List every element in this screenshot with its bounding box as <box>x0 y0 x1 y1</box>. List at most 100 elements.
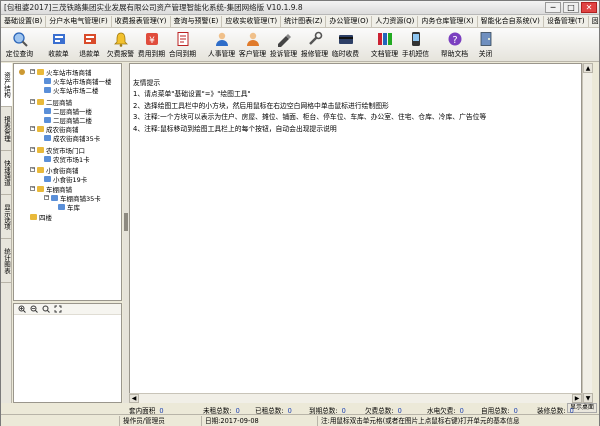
menu-item[interactable]: 应收实收管理(T) <box>222 15 282 27</box>
scroll-up-icon[interactable]: ▲ <box>583 63 593 73</box>
tree-node[interactable]: 四楼 <box>30 212 52 222</box>
zoom-in-icon[interactable] <box>18 305 26 313</box>
maximize-button[interactable]: □ <box>563 2 579 13</box>
left-tab[interactable]: 快速通道 <box>1 151 12 195</box>
menu-item[interactable]: 固定资产 <box>589 16 599 27</box>
refund-icon <box>81 30 99 47</box>
unit-icon <box>58 203 65 210</box>
hint-line: 2、选择绘图工具栏中的小方块，然后用鼠标在右边空白网格中单击鼠标进行绘制图形 <box>133 101 389 110</box>
title-bar: [包租婆2017]三茂铁路集团实业发展有限公司资产管理智能化系统-集团网络版 V… <box>1 1 599 15</box>
toolbar-button-label: 投诉管理 <box>269 50 298 58</box>
toolbar-button-repair[interactable]: 报修管理 <box>299 30 330 60</box>
status-operator: 操作员/管理员 <box>119 416 165 426</box>
unit-icon <box>44 107 51 114</box>
toolbar-button-label: 文档管理 <box>370 50 399 58</box>
zoom-fit-icon[interactable] <box>54 305 62 313</box>
document-icon <box>376 30 394 47</box>
toolbar-button-label: 欠费报警 <box>106 50 135 58</box>
folder-icon <box>30 213 37 220</box>
hint-line: 4、注释:鼠标移动到绘图工具栏上的每个按钮，自动会出现提示说明 <box>133 124 337 133</box>
toolbar-button-complaint[interactable]: 投诉管理 <box>268 30 299 60</box>
menu-item[interactable]: 分户水电气管理(F) <box>46 15 112 27</box>
toolbar-button-contract-due[interactable]: 合同到期 <box>167 30 198 60</box>
menu-item[interactable]: 内务仓库管理(X) <box>418 15 478 27</box>
toolbar-button-temp-fee[interactable]: 临时收费 <box>330 30 361 60</box>
folder-icon <box>37 98 44 105</box>
left-tab-label: 报表管理 <box>2 115 11 142</box>
left-tab[interactable]: 资产结构 <box>1 63 12 107</box>
toolbar: 定位查询 收款单 退款单 欠费报警 ¥ 费用到期 合同到期 人事管理 客户管理 投诉管理 报修管理临… <box>1 28 599 62</box>
tree-expand-icon[interactable]: − <box>30 99 35 104</box>
toolbar-button-refund[interactable]: 退款单 <box>74 30 105 60</box>
close-app-icon <box>477 30 495 47</box>
drawing-canvas[interactable]: 友情提示 1、请点菜单"基础设置"=》"绘图工具" 2、选择绘图工具栏中的小方块… <box>129 63 582 403</box>
left-tab[interactable]: 统计图表 <box>1 239 12 283</box>
toolbar-button-label: 客户管理 <box>238 50 267 58</box>
tree-expand-icon[interactable]: − <box>30 147 35 152</box>
splitter-grip[interactable] <box>124 213 128 231</box>
hint-title: 友情提示 <box>133 79 161 87</box>
tree-expand-icon[interactable]: − <box>30 126 35 131</box>
menu-item[interactable]: 基础设置(B) <box>1 15 47 27</box>
unit-icon <box>44 77 51 84</box>
menu-item[interactable]: 设备管理(T) <box>544 15 589 27</box>
tree-expand-icon[interactable]: − <box>30 167 35 172</box>
zoom-out-icon[interactable] <box>30 305 38 313</box>
menu-bar: 基础设置(B) 分户水电气管理(F) 收费报表管理(Y) 查询与预警(E) 应收实收管理… <box>1 15 599 28</box>
temp-fee-icon <box>337 30 355 47</box>
toolbar-button-document[interactable]: 文档管理 <box>369 30 400 60</box>
window-title: [包租婆2017]三茂铁路集团实业发展有限公司资产管理智能化系统-集团网络版 V… <box>4 3 303 12</box>
left-tab[interactable]: 显示选项 <box>1 195 12 239</box>
left-tab[interactable]: 报表管理 <box>1 107 12 151</box>
menu-item[interactable]: 智能化合自系统(V) <box>478 15 544 27</box>
menu-item[interactable]: 统计图表(Z) <box>281 15 327 27</box>
menu-item[interactable]: 人力资源(Q) <box>372 15 419 27</box>
unit-icon <box>51 194 58 201</box>
menu-item[interactable]: 收费报表管理(Y) <box>112 15 171 27</box>
zoom-actual-icon[interactable] <box>42 305 50 313</box>
toolbar-button-label: 手机短信 <box>401 50 430 58</box>
toolbar-button-close-app[interactable]: 关闭 <box>470 30 501 60</box>
scroll-right-icon[interactable]: ▶ <box>572 394 582 403</box>
toolbar-button-personnel[interactable]: 人事管理 <box>206 30 237 60</box>
tree-node[interactable]: 小食街19卡 <box>44 174 87 184</box>
minimize-button[interactable]: ─ <box>545 2 561 13</box>
folder-icon <box>37 185 44 192</box>
close-button[interactable]: ✕ <box>581 2 597 13</box>
scroll-left-icon[interactable]: ◀ <box>129 394 139 403</box>
toolbar-button-fee-due[interactable]: ¥ 费用到期 <box>136 30 167 60</box>
unit-icon <box>44 116 51 123</box>
tree-node-label: 火车站市场二楼 <box>53 86 99 95</box>
horizontal-scrollbar[interactable]: ◀ ▶ <box>129 393 582 403</box>
tree-expand-icon[interactable]: − <box>30 69 35 74</box>
toolbar-button-label: 收款单 <box>48 50 69 58</box>
toolbar-button-locate[interactable]: 定位查询 <box>4 30 35 60</box>
toolbar-button-alarm[interactable]: 欠费报警 <box>105 30 136 60</box>
tree-expand-icon[interactable]: − <box>30 186 35 191</box>
tree-node[interactable]: 车库 <box>58 202 80 212</box>
tree-node[interactable]: 成农街商铺35卡 <box>44 133 100 143</box>
contract-due-icon <box>174 30 192 47</box>
scroll-down-icon[interactable]: ▼ <box>583 393 593 403</box>
vertical-scrollbar[interactable]: ▲ ▼ <box>582 63 593 403</box>
toolbar-button-customer[interactable]: 客户管理 <box>237 30 268 60</box>
hint-line: 3、注释:一个方块可以表示为住户、房屋、摊位、铺面、柜台、停车位、车库、办公室、… <box>133 113 487 122</box>
folder-icon <box>37 146 44 153</box>
menu-item[interactable]: 查询与预警(E) <box>171 15 223 27</box>
stats-bar: 套内面积 0 未租总数: 0 已租总数: 0 到期总数: 0 欠费总数: 0 水电欠费: 0 自用总数:… <box>129 404 599 415</box>
toolbar-button-receipt[interactable]: 收款单 <box>43 30 74 60</box>
tree-node[interactable]: 农贸市场1卡 <box>44 154 90 164</box>
locate-icon <box>11 30 29 47</box>
menu-item[interactable]: 办公管理(O) <box>326 15 373 27</box>
tree-node[interactable]: 火车站市场二楼 <box>44 85 99 95</box>
toolbar-button-help[interactable]: ? 帮助文档 <box>439 30 470 60</box>
toolbar-button-sms[interactable]: 手机短信 <box>400 30 431 60</box>
hint-panel: 友情提示 1、请点菜单"基础设置"=》"绘图工具" 2、选择绘图工具栏中的小方块… <box>133 78 486 135</box>
status-date: 日期:2017-09-08 <box>201 416 259 426</box>
unit-icon <box>44 86 51 93</box>
alarm-icon <box>112 30 130 47</box>
tree-expand-icon[interactable]: − <box>44 195 49 200</box>
preview-toolbar <box>14 304 121 315</box>
folder-icon <box>37 125 44 132</box>
toolbar-button-label: 退款单 <box>79 50 100 58</box>
